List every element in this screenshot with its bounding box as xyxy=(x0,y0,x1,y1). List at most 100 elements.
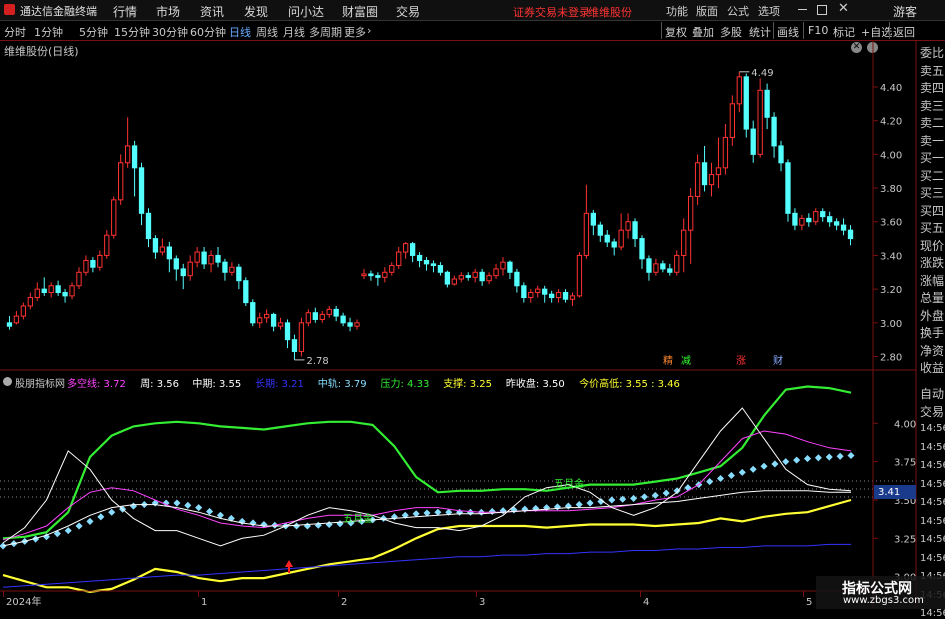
candle-body xyxy=(347,322,353,327)
candle-body xyxy=(736,76,742,105)
period-tab-4[interactable]: 30分钟 xyxy=(152,24,188,40)
period-tab-6[interactable]: 日线 xyxy=(229,24,251,40)
candle-body xyxy=(416,254,423,261)
midline-marker xyxy=(86,517,94,525)
menu-news[interactable]: 资讯 xyxy=(200,3,224,20)
candle-body xyxy=(270,313,277,327)
kline-chart[interactable]: 4.492.78 精减涨财 五月金五月金 2.803.003.203.403.60… xyxy=(0,41,945,609)
candle-body xyxy=(646,258,652,273)
midline-marker xyxy=(575,501,583,509)
candle-body xyxy=(729,103,736,138)
candle-body xyxy=(688,195,694,231)
candle-body xyxy=(173,258,179,270)
candle-body xyxy=(83,259,89,273)
formula-button[interactable]: 公式 xyxy=(727,3,749,19)
current-price-tag: 3.41 xyxy=(874,485,916,499)
fq-button[interactable]: 复权 xyxy=(665,24,687,40)
midline-marker xyxy=(727,471,735,479)
tick-time-5: 14:56 xyxy=(920,515,945,527)
period-tab-1[interactable]: 1分钟 xyxy=(34,24,63,40)
candle-body xyxy=(806,217,812,223)
candle-body xyxy=(389,265,395,273)
period-tab-3[interactable]: 15分钟 xyxy=(114,24,150,40)
period-tab-2[interactable]: 5分钟 xyxy=(79,24,108,40)
period-tab-7[interactable]: 周线 xyxy=(256,24,278,40)
candle-body xyxy=(215,254,221,263)
y-tick-label: 2.80 xyxy=(880,353,902,364)
options-button[interactable]: 选项 xyxy=(758,3,780,19)
overlay-button[interactable]: 叠加 xyxy=(692,24,714,40)
midline-marker xyxy=(717,474,725,483)
trade-label-0[interactable]: 自动 xyxy=(920,385,944,402)
draw-button[interactable]: 画线 xyxy=(777,24,799,40)
quote-label-8: 买三 xyxy=(920,186,945,200)
period-tab-10[interactable]: 更多 xyxy=(344,24,366,40)
chevron-right-icon[interactable]: › xyxy=(367,24,371,37)
menu-wealth[interactable]: 财富圈 xyxy=(342,3,378,20)
candle-body xyxy=(361,273,367,277)
period-tab-9[interactable]: 多周期 xyxy=(309,24,342,40)
x-tick-label: 5 xyxy=(806,597,812,608)
close-icon[interactable]: ✕ xyxy=(838,1,849,16)
candle-body xyxy=(104,234,110,256)
app-logo-icon xyxy=(4,4,15,15)
candle-body xyxy=(340,315,346,324)
candle-body xyxy=(555,292,562,299)
y-tick-label: 4.20 xyxy=(880,117,902,128)
candle-body xyxy=(618,229,624,248)
midline-marker xyxy=(510,506,518,514)
quote-label-7: 买二 xyxy=(920,168,945,183)
midline-marker xyxy=(173,499,181,507)
quote-label-9: 买四 xyxy=(920,203,945,218)
candle-body xyxy=(681,229,687,256)
maximize-icon[interactable] xyxy=(817,5,827,15)
quote-label-10: 买五 xyxy=(920,221,945,235)
period-tab-5[interactable]: 60分钟 xyxy=(190,24,226,40)
menu-markets[interactable]: 市场 xyxy=(156,3,180,20)
f10-button[interactable]: F10 xyxy=(808,24,828,37)
minimize-icon[interactable] xyxy=(798,9,807,10)
quote-label-13: 涨幅 xyxy=(920,273,945,288)
up-arrow-icon xyxy=(285,560,293,567)
mark-button[interactable]: 标记 xyxy=(833,24,855,40)
toolbar-separator xyxy=(773,22,774,39)
candle-body xyxy=(813,211,819,223)
midline-marker xyxy=(608,496,616,504)
layout-button[interactable]: 版面 xyxy=(696,3,718,19)
menu-discover[interactable]: 发现 xyxy=(244,3,268,20)
candle-body xyxy=(799,217,805,226)
tick-time-2: 14:56 xyxy=(920,460,945,471)
candle-body xyxy=(145,212,152,240)
candle-body xyxy=(97,254,103,268)
period-tab-0[interactable]: 分时 xyxy=(4,24,26,40)
y-tick-label: 4.00 xyxy=(880,150,902,161)
midline-marker xyxy=(847,451,855,460)
quote-label-0: 委比 xyxy=(920,46,945,60)
midline-marker xyxy=(521,505,529,513)
candle-body xyxy=(771,116,777,147)
y-tick-label: 3.60 xyxy=(880,218,902,229)
function-button[interactable]: 功能 xyxy=(666,3,688,19)
quote-label-1: 卖五 xyxy=(920,63,945,78)
tick-time-10: 14:56 xyxy=(920,608,945,619)
add-favorite-button[interactable]: +自选 xyxy=(861,24,892,40)
candle-body xyxy=(535,288,541,293)
stats-button[interactable]: 统计 xyxy=(749,24,771,40)
candle-body xyxy=(312,312,318,320)
multi-stock-button[interactable]: 多股 xyxy=(720,24,742,40)
back-button[interactable]: 返回 xyxy=(893,24,915,40)
x-tick-label: 4 xyxy=(643,597,649,608)
candle-body xyxy=(354,322,360,327)
candle-body xyxy=(632,221,638,240)
candle-body xyxy=(444,271,451,285)
guest-label[interactable]: 游客 xyxy=(893,3,917,20)
trade-label-1[interactable]: 交易 xyxy=(920,403,944,420)
midline-marker xyxy=(760,462,768,470)
toolbar-separator xyxy=(803,22,804,39)
menu-trade[interactable]: 交易 xyxy=(396,3,420,20)
midline-marker xyxy=(684,484,692,492)
candle-body xyxy=(465,275,471,278)
menu-ask[interactable]: 问小达 xyxy=(288,3,324,20)
period-tab-8[interactable]: 月线 xyxy=(283,24,305,40)
menu-market[interactable]: 行情 xyxy=(113,3,137,20)
